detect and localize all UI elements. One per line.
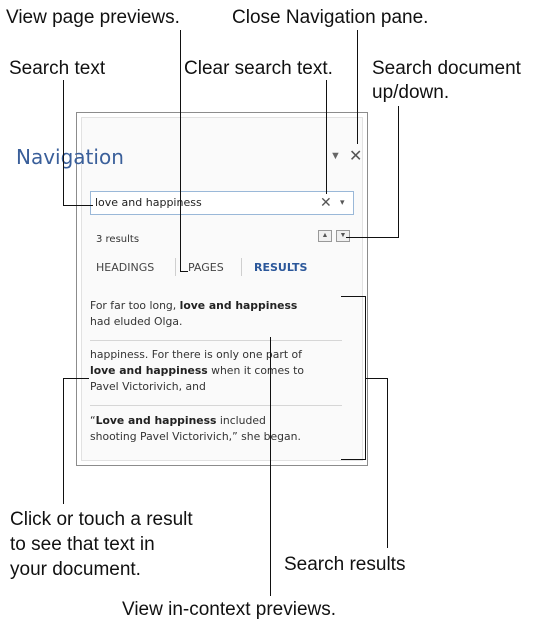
close-icon[interactable]: ✕ [349,146,362,166]
leader-click-result [63,378,65,504]
callout-search-document-2: up/down. [372,82,450,103]
tab-separator [241,258,242,276]
tab-headings[interactable]: HEADINGS [96,261,154,274]
result-divider [90,405,342,406]
leader-search-results [365,378,387,380]
leader-view-page-previews [180,271,188,273]
leader-view-in-context [270,337,272,596]
search-result-item[interactable]: For far too long, love and happiness had… [90,298,342,330]
bracket-search-results [341,459,365,461]
bracket-search-results [341,296,365,298]
result-text: shooting Pavel Victorivich,” she began. [90,430,301,443]
result-text: happiness. For there is only one part of [90,348,302,361]
callout-clear-search-text: Clear search text. [184,58,333,79]
result-text: For far too long, [90,299,180,312]
result-text: when it comes to [207,364,304,377]
callout-close-nav-pane: Close Navigation pane. [232,7,429,28]
result-highlight: Love and happiness [95,414,217,427]
search-result-item[interactable]: “Love and happiness included shooting Pa… [90,413,342,445]
tab-pages[interactable]: PAGES [188,261,224,274]
leader-search-text [63,205,93,207]
search-result-item[interactable]: happiness. For there is only one part of… [90,347,342,395]
callout-click-result-1: Click or touch a result [10,509,193,530]
callout-view-page-previews: View page previews. [6,7,180,28]
callout-search-text: Search text [9,58,106,79]
results-count: 3 results [96,234,140,245]
leader-view-page-previews [180,30,182,272]
search-options-chevron-down-icon[interactable]: ▾ [340,197,345,208]
callout-search-results: Search results [284,554,406,575]
leader-search-document [398,106,400,238]
leader-clear-search-text [326,80,328,194]
leader-search-text [63,80,65,206]
next-result-down-icon[interactable]: ▼ [336,230,350,242]
tab-results[interactable]: RESULTS [254,261,307,274]
result-highlight: love and happiness [90,364,208,377]
result-text: Pavel Victorivich, and [90,380,206,393]
clear-search-icon[interactable]: ✕ [320,194,332,211]
result-text: included [216,414,266,427]
navigation-title: Navigation [16,145,124,169]
previous-result-up-icon[interactable]: ▲ [318,230,332,242]
result-text: had eluded Olga. [90,315,183,328]
leader-search-document [346,237,398,239]
search-input-value: love and happiness [95,196,202,209]
tab-separator [175,258,176,276]
callout-view-in-context: View in-context previews. [122,599,337,620]
callout-search-document-1: Search document [372,58,521,79]
leader-search-results [387,378,389,548]
callout-click-result-3: your document. [10,559,141,580]
leader-click-result [63,378,89,380]
result-divider [90,340,342,341]
result-highlight: love and happiness [179,299,298,312]
search-input[interactable]: love and happiness ✕ ▾ [90,191,354,215]
dropdown-arrow-icon[interactable]: ▼ [330,150,341,162]
callout-click-result-2: to see that text in [10,534,155,555]
leader-close-nav-pane [357,30,359,144]
